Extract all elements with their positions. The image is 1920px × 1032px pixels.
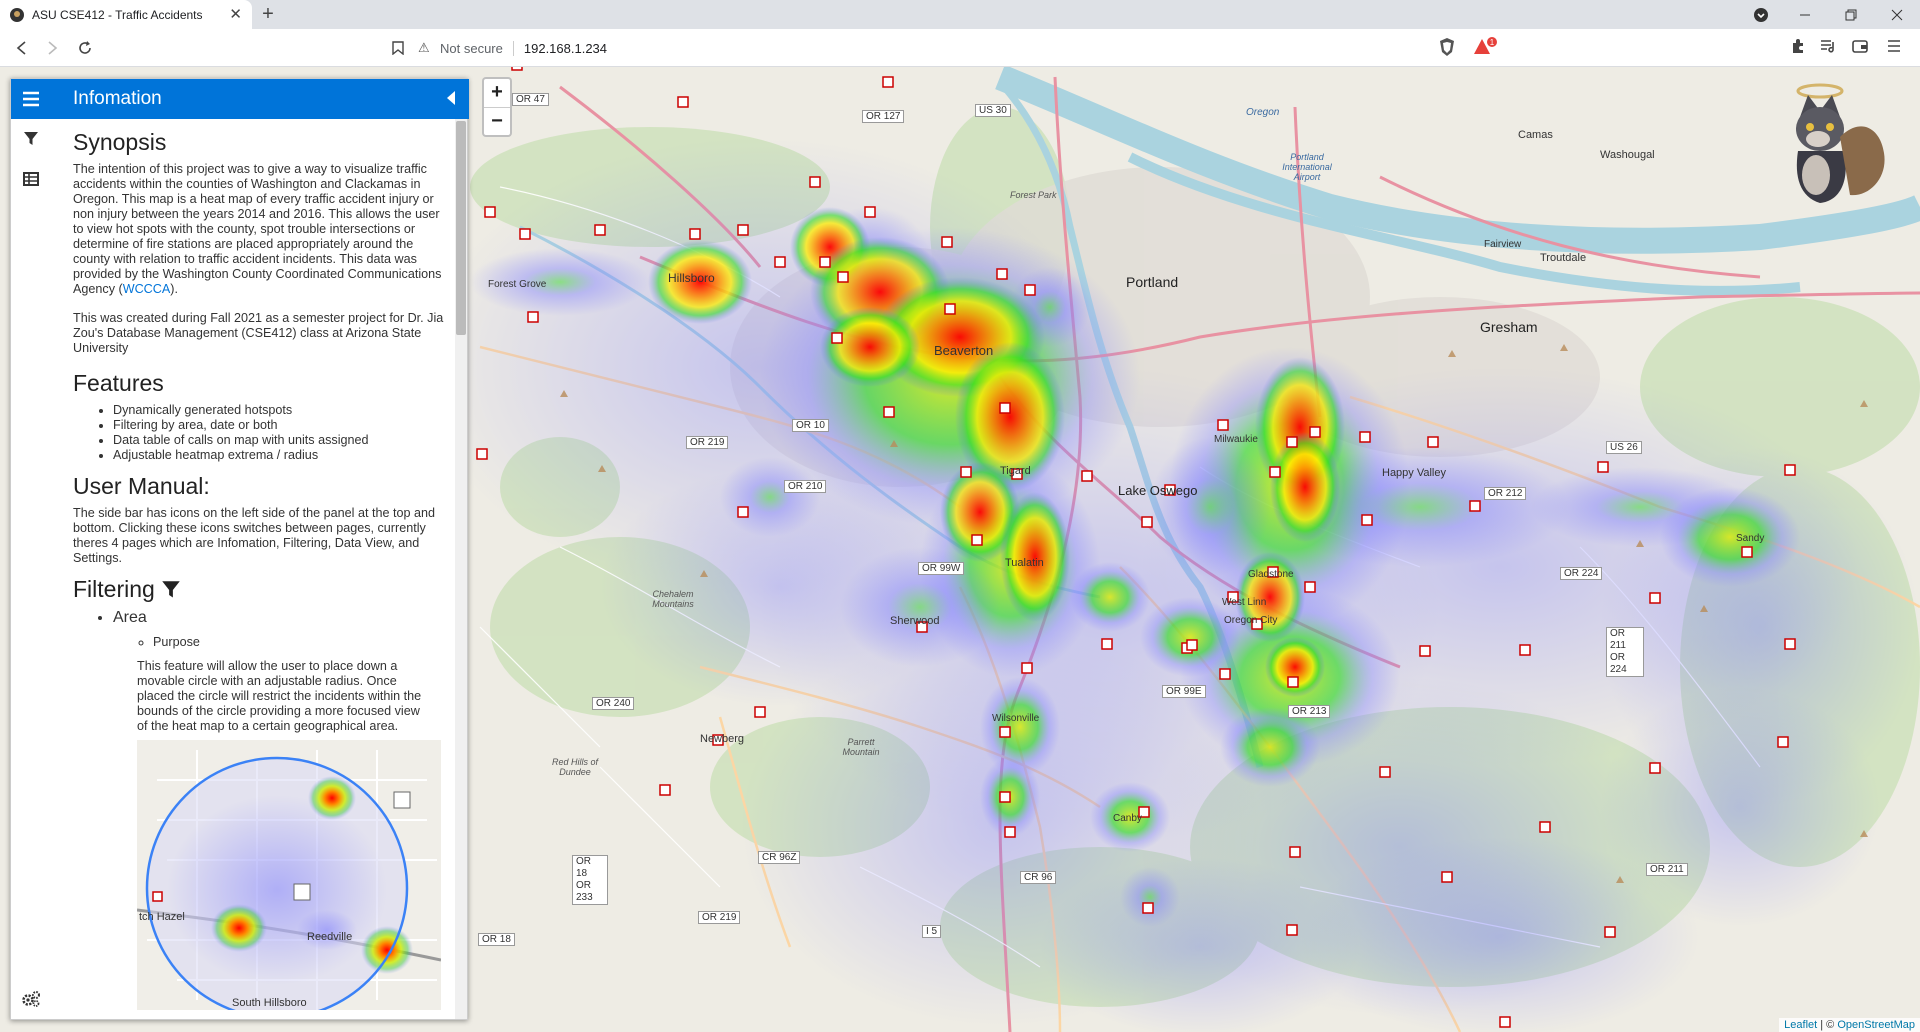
- filter-area-item: Area Purpose This feature will allow the…: [113, 609, 468, 1010]
- filter-icon: [162, 580, 180, 597]
- warning-icon: ⚠: [418, 40, 430, 55]
- map-attribution: Leaflet | © OpenStreetMap: [1779, 1018, 1920, 1032]
- leaflet-link[interactable]: Leaflet: [1784, 1019, 1817, 1031]
- filtering-list: Area Purpose This feature will allow the…: [113, 609, 468, 1010]
- filter-icon: [24, 132, 38, 145]
- purpose-label: Purpose: [153, 635, 200, 649]
- feature-item: Adjustable heatmap extrema / radius: [113, 448, 468, 463]
- features-list: Dynamically generated hotspots Filtering…: [113, 403, 468, 463]
- purpose-paragraph: This feature will allow the user to plac…: [137, 659, 422, 733]
- new-tab-button[interactable]: +: [256, 3, 280, 27]
- demo-label: South Hillsboro: [232, 997, 307, 1009]
- sidebar-tab-filtering[interactable]: [11, 119, 51, 159]
- brave-rewards-icon[interactable]: 1: [1472, 37, 1497, 57]
- hamburger-menu-icon: [23, 91, 39, 107]
- browser-toolbar: ⚠ Not secure 192.168.1.234 1: [0, 29, 1920, 67]
- osm-link[interactable]: OpenStreetMap: [1837, 1019, 1915, 1031]
- forward-button[interactable]: [40, 36, 64, 60]
- extensions-icon[interactable]: [1788, 38, 1808, 58]
- sidebar-tabs: [11, 79, 51, 1019]
- area-filter-demo-image: tch Hazel Reedville South Hillsboro: [137, 740, 441, 1010]
- sidebar-tab-settings[interactable]: [11, 979, 51, 1019]
- zoom-out-button[interactable]: −: [484, 107, 510, 135]
- sidebar-header: Infomation: [51, 79, 469, 119]
- demo-label: tch Hazel: [139, 911, 185, 923]
- synopsis-text-end: ).: [170, 282, 178, 296]
- url-text: 192.168.1.234: [523, 40, 608, 56]
- attribution-separator: | ©: [1817, 1019, 1838, 1031]
- sidebar-panel: Infomation Synopsis The intention of thi…: [10, 78, 469, 1020]
- feature-item: Data table of calls on map with units as…: [113, 433, 468, 448]
- scrollbar-thumb[interactable]: [456, 121, 466, 335]
- sidebar-title: Infomation: [73, 88, 162, 109]
- synopsis-paragraph: The intention of this project was to giv…: [73, 162, 445, 297]
- tab-close-icon[interactable]: ✕: [229, 7, 242, 22]
- synopsis-text: The intention of this project was to giv…: [73, 162, 442, 296]
- tab-title: ASU CSE412 - Traffic Accidents: [32, 7, 203, 22]
- restore-button[interactable]: [1828, 0, 1874, 29]
- brave-shield-icon[interactable]: [1437, 37, 1457, 57]
- bookmark-icon[interactable]: [386, 36, 410, 60]
- project-paragraph: This was created during Fall 2021 as a s…: [73, 311, 444, 355]
- mascot-image: [1780, 77, 1890, 207]
- filtering-heading-text: Filtering: [73, 576, 155, 602]
- media-controls-icon[interactable]: [1818, 38, 1838, 58]
- settings-gears-icon: [22, 991, 40, 1007]
- rewards-badge-count: 1: [1490, 38, 1495, 47]
- user-manual-heading: User Manual:: [73, 473, 210, 499]
- collapse-arrow-icon[interactable]: [447, 91, 455, 105]
- area-label: Area: [113, 609, 147, 626]
- zoom-in-button[interactable]: +: [484, 79, 510, 107]
- sidebar-tab-information[interactable]: [11, 79, 51, 119]
- sidebar-body: Synopsis The intention of this project w…: [73, 119, 468, 1019]
- demo-label: Reedville: [307, 931, 352, 943]
- filtering-heading: Filtering: [73, 576, 468, 603]
- back-button[interactable]: [10, 36, 34, 60]
- menu-icon[interactable]: [1884, 38, 1904, 58]
- browser-tab-strip: ASU CSE412 - Traffic Accidents ✕ +: [0, 0, 1920, 29]
- sidebar-content: Infomation Synopsis The intention of thi…: [51, 79, 469, 1019]
- zoom-control: + −: [482, 77, 512, 137]
- feature-item: Filtering by area, date or both: [113, 418, 468, 433]
- address-bar[interactable]: ⚠ Not secure 192.168.1.234: [418, 34, 1428, 62]
- synopsis-heading: Synopsis: [73, 129, 167, 155]
- sidebar-scrollbar[interactable]: [455, 119, 467, 1019]
- reload-button[interactable]: [73, 36, 97, 60]
- site-favicon-icon: [10, 7, 24, 22]
- feature-item: Dynamically generated hotspots: [113, 403, 468, 418]
- features-heading: Features: [73, 370, 164, 396]
- browser-tab[interactable]: ASU CSE412 - Traffic Accidents ✕: [0, 0, 252, 29]
- table-icon: [23, 172, 39, 186]
- close-window-button[interactable]: [1874, 0, 1920, 29]
- minimize-button[interactable]: [1782, 0, 1828, 29]
- security-label: Not secure: [440, 40, 514, 56]
- wallet-icon[interactable]: [1850, 38, 1870, 58]
- sidebar-tab-data-view[interactable]: [11, 159, 51, 199]
- area-sublist: Purpose This feature will allow the user…: [137, 635, 468, 1010]
- tab-search-icon[interactable]: [1738, 0, 1784, 29]
- user-manual-paragraph: The side bar has icons on the left side …: [73, 506, 435, 565]
- purpose-item: Purpose This feature will allow the user…: [137, 635, 468, 1010]
- wccca-link[interactable]: WCCCA: [123, 282, 171, 296]
